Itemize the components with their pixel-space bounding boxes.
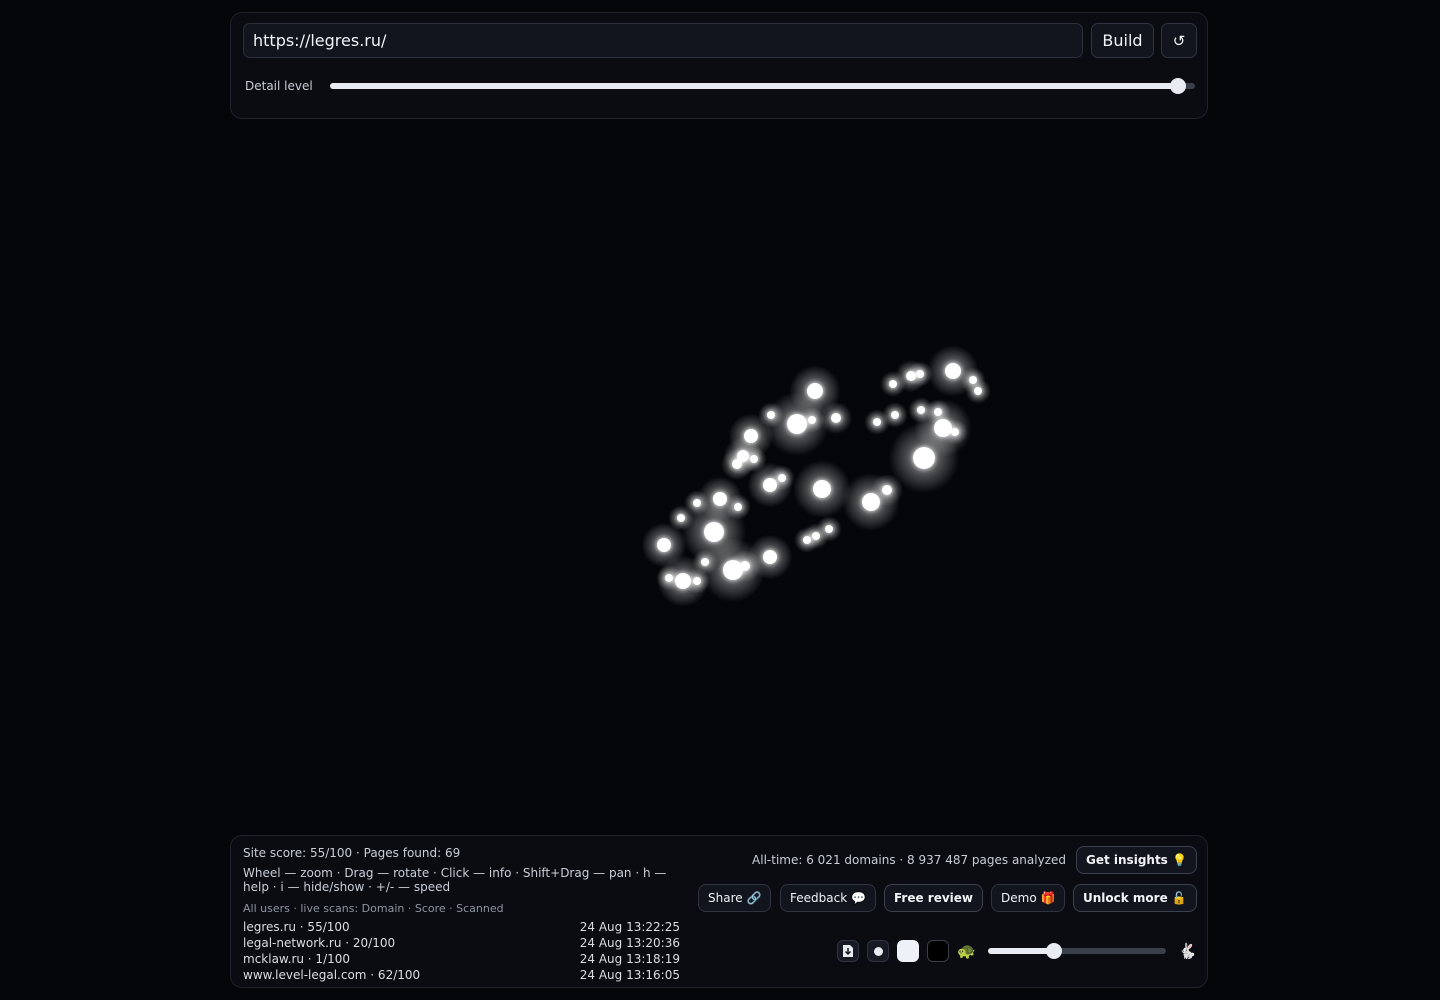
graph-node[interactable]: [744, 429, 758, 443]
graph-node[interactable]: [675, 573, 691, 589]
graph-node[interactable]: [732, 459, 742, 469]
graph-node[interactable]: [934, 408, 942, 416]
download-icon: [843, 945, 853, 957]
graph-node[interactable]: [889, 380, 897, 388]
scan-row[interactable]: legres.ru · 55/100 24 Aug 13:22:25: [243, 919, 680, 935]
download-button[interactable]: [837, 940, 859, 962]
graph-node[interactable]: [807, 383, 823, 399]
scan-row[interactable]: mcklaw.ru · 1/100 24 Aug 13:18:19: [243, 951, 680, 967]
graph-node[interactable]: [787, 414, 807, 434]
speed-slider[interactable]: [988, 943, 1166, 959]
scan-time: 24 Aug 13:20:36: [579, 936, 680, 950]
graph-node[interactable]: [723, 560, 743, 580]
reload-button[interactable]: ↺: [1161, 23, 1197, 58]
graph-node[interactable]: [693, 577, 701, 585]
get-insights-button[interactable]: Get insights 💡: [1076, 846, 1197, 874]
dot-icon: [873, 946, 883, 956]
graph-node[interactable]: [713, 492, 727, 506]
graph-node[interactable]: [665, 574, 673, 582]
demo-button[interactable]: Demo 🎁: [991, 884, 1066, 912]
top-control-panel: Build ↺ Detail level: [230, 12, 1208, 119]
graph-node[interactable]: [734, 503, 742, 511]
bottom-info-panel: Site score: 55/100 · Pages found: 69 Whe…: [230, 835, 1208, 988]
graph-node[interactable]: [763, 478, 777, 492]
detail-level-thumb[interactable]: [1169, 78, 1186, 94]
graph-node[interactable]: [763, 550, 777, 564]
scan-domain: www.level-legal.com · 62/100: [243, 968, 421, 982]
turtle-icon: 🐢: [957, 942, 976, 960]
speed-fill: [988, 948, 1054, 954]
rabbit-icon: 🐇: [1178, 942, 1197, 960]
graph-node[interactable]: [917, 406, 925, 414]
light-theme-button[interactable]: [897, 940, 919, 962]
reload-icon: ↺: [1172, 31, 1186, 50]
graph-node[interactable]: [831, 413, 841, 423]
graph-node[interactable]: [740, 561, 750, 571]
graph-node[interactable]: [882, 485, 892, 495]
detail-level-fill: [330, 83, 1178, 89]
graph-node[interactable]: [825, 525, 833, 533]
controls-help: Wheel — zoom · Drag — rotate · Click — i…: [243, 866, 667, 894]
share-button[interactable]: Share 🔗: [698, 884, 772, 912]
graph-node[interactable]: [808, 416, 816, 424]
graph-node[interactable]: [778, 474, 786, 482]
graph-node[interactable]: [862, 493, 880, 511]
scan-time: 24 Aug 13:22:25: [579, 920, 680, 934]
scan-domain: legres.ru · 55/100: [243, 920, 350, 934]
free-review-button[interactable]: Free review: [884, 884, 984, 912]
live-scans-header: All users · live scans: Domain · Score ·…: [243, 902, 504, 915]
graph-node[interactable]: [767, 411, 775, 419]
unlock-more-button[interactable]: Unlock more 🔓: [1073, 884, 1197, 912]
detail-level-label: Detail level: [245, 79, 313, 93]
graph-node[interactable]: [693, 499, 701, 507]
detail-level-slider[interactable]: [330, 78, 1195, 94]
scan-time: 24 Aug 13:16:05: [579, 968, 680, 982]
node-size-button[interactable]: [867, 940, 889, 962]
scan-domain: legal-network.ru · 20/100: [243, 936, 396, 950]
graph-node[interactable]: [750, 455, 758, 463]
speed-thumb[interactable]: [1045, 943, 1062, 959]
alltime-stats: All-time: 6 021 domains · 8 937 487 page…: [752, 853, 1066, 867]
graph-node[interactable]: [913, 447, 935, 469]
graph-node[interactable]: [873, 418, 881, 426]
graph-node[interactable]: [813, 480, 831, 498]
graph-node[interactable]: [891, 411, 899, 419]
graph-node[interactable]: [969, 376, 977, 384]
dark-theme-button[interactable]: [927, 940, 949, 962]
graph-node[interactable]: [934, 419, 952, 437]
graph-node[interactable]: [916, 370, 924, 378]
feedback-button[interactable]: Feedback 💬: [780, 884, 876, 912]
scan-row[interactable]: www.level-legal.com · 62/100 24 Aug 13:1…: [243, 967, 680, 983]
graph-node[interactable]: [803, 536, 811, 544]
scan-domain: mcklaw.ru · 1/100: [243, 952, 351, 966]
graph-node[interactable]: [951, 428, 959, 436]
graph-node[interactable]: [657, 538, 671, 552]
url-input[interactable]: [243, 23, 1083, 58]
graph-node[interactable]: [704, 522, 724, 542]
graph-node[interactable]: [974, 387, 982, 395]
build-button[interactable]: Build: [1091, 23, 1154, 58]
graph-node[interactable]: [906, 371, 916, 381]
scan-time: 24 Aug 13:18:19: [579, 952, 680, 966]
graph-node[interactable]: [812, 532, 820, 540]
graph-node[interactable]: [701, 558, 709, 566]
scan-row[interactable]: legal-network.ru · 20/100 24 Aug 13:20:3…: [243, 935, 680, 951]
live-scans-list: legres.ru · 55/100 24 Aug 13:22:25 legal…: [243, 919, 680, 983]
graph-node[interactable]: [677, 514, 685, 522]
site-stats: Site score: 55/100 · Pages found: 69: [243, 846, 461, 860]
graph-node[interactable]: [945, 363, 961, 379]
